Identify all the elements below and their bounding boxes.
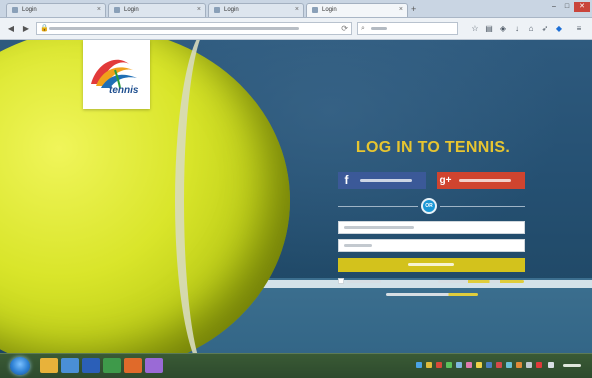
tray-icon[interactable] (506, 362, 512, 368)
windows-start-icon[interactable] (10, 357, 30, 375)
login-with-facebook-button[interactable]: f (338, 172, 426, 189)
tray-icon[interactable] (416, 362, 422, 368)
tab-favicon-icon (312, 7, 318, 13)
tab-favicon-icon (114, 7, 120, 13)
tab-close-icon[interactable]: × (295, 5, 299, 14)
tray-icon[interactable] (456, 362, 462, 368)
tray-icon[interactable] (466, 362, 472, 368)
shield-icon[interactable]: ◆ (554, 23, 564, 34)
login-button[interactable] (338, 258, 525, 272)
facebook-button-label (360, 179, 412, 182)
home-icon[interactable]: ⌂ (526, 23, 536, 34)
tray-icon[interactable] (476, 362, 482, 368)
back-icon[interactable]: ◀ (5, 23, 17, 35)
tray-icon[interactable] (526, 362, 532, 368)
tray-icon[interactable] (496, 362, 502, 368)
login-button-label (408, 263, 454, 266)
tab-title: Login (124, 7, 139, 13)
remember-me-label (347, 280, 381, 283)
logo-wordmark: tennis (109, 85, 139, 96)
password-placeholder (344, 244, 372, 247)
minimize-button[interactable]: – (548, 2, 560, 12)
browser-icon[interactable] (124, 358, 142, 373)
tab-title: Login (322, 7, 337, 13)
tab-close-icon[interactable]: × (197, 5, 201, 14)
remember-me-checkbox[interactable] (338, 278, 344, 284)
tennis-ball-seam (175, 40, 245, 353)
tray-icon[interactable] (446, 362, 452, 368)
tennis-login-page: tennis LOG IN TO TENNIS. f g+ OR (0, 40, 592, 353)
explorer-icon[interactable] (40, 358, 58, 373)
tab-favicon-icon (214, 7, 220, 13)
browser-tab-1[interactable]: Login × (6, 3, 106, 17)
search-input[interactable]: ⌕ (357, 22, 458, 35)
url-text (49, 27, 299, 30)
clock-time (563, 364, 581, 367)
reload-icon[interactable]: ⟳ (341, 23, 348, 34)
browser-tab-3[interactable]: Login × (208, 3, 304, 17)
forgot-password-link[interactable] (438, 280, 524, 283)
star-icon[interactable]: ☆ (470, 23, 480, 34)
email-input[interactable] (338, 221, 525, 234)
tab-close-icon[interactable]: × (97, 5, 101, 14)
paint-icon[interactable] (145, 358, 163, 373)
tab-close-icon[interactable]: × (399, 5, 403, 14)
google-button-label (459, 179, 511, 182)
media-icon[interactable] (61, 358, 79, 373)
tray-icon[interactable] (426, 362, 432, 368)
tennis-logo-mark-icon (91, 59, 137, 89)
close-window-button[interactable]: ✕ (574, 2, 590, 12)
join-here-link[interactable] (386, 293, 478, 296)
download-icon[interactable]: ↓ (512, 23, 522, 34)
new-tab-button[interactable]: + (411, 4, 416, 14)
tab-favicon-icon (12, 7, 18, 13)
divider-right (440, 206, 525, 207)
divider-left (338, 206, 418, 207)
taskbar-clock[interactable] (561, 359, 583, 373)
excel-icon[interactable] (103, 358, 121, 373)
reading-list-icon[interactable]: ▤ (484, 23, 494, 34)
tray-icon[interactable] (486, 362, 492, 368)
browser-tab-4-active[interactable]: Login × (306, 3, 408, 17)
google-plus-icon: g+ (439, 175, 452, 186)
forward-icon[interactable]: ▶ (20, 23, 32, 35)
maximize-button[interactable]: □ (561, 2, 573, 12)
browser-tab-2[interactable]: Login × (108, 3, 206, 17)
volume-icon[interactable] (548, 362, 554, 368)
tray-icon[interactable] (436, 362, 442, 368)
lock-icon: 🔒 (40, 25, 49, 32)
windows-taskbar (0, 353, 592, 378)
search-icon: ⌕ (361, 25, 365, 32)
tab-title: Login (22, 7, 37, 13)
tray-icon[interactable] (516, 362, 522, 368)
pocket-icon[interactable]: ◈ (498, 23, 508, 34)
tennis-logo[interactable]: tennis (83, 40, 150, 109)
email-placeholder (344, 226, 414, 229)
url-bar[interactable]: 🔒 ⟳ (36, 22, 352, 35)
browser-tab-strip: Login × Login × Login × Login × + – □ ✕ (0, 0, 592, 18)
menu-icon[interactable]: ≡ (574, 23, 584, 34)
word-icon[interactable] (82, 358, 100, 373)
tab-title: Login (224, 7, 239, 13)
login-with-google-button[interactable]: g+ (437, 172, 525, 189)
browser-toolbar: ◀ ▶ 🔒 ⟳ ⌕ ☆ ▤ ◈ ↓ ⌂ ➶ ◆ ≡ (0, 18, 592, 40)
login-heading: LOG IN TO TENNIS. (355, 139, 511, 156)
send-icon[interactable]: ➶ (540, 23, 550, 34)
search-placeholder (371, 27, 387, 30)
tray-icon[interactable] (536, 362, 542, 368)
or-badge: OR (421, 198, 437, 214)
facebook-icon: f (344, 173, 349, 187)
password-input[interactable] (338, 239, 525, 252)
